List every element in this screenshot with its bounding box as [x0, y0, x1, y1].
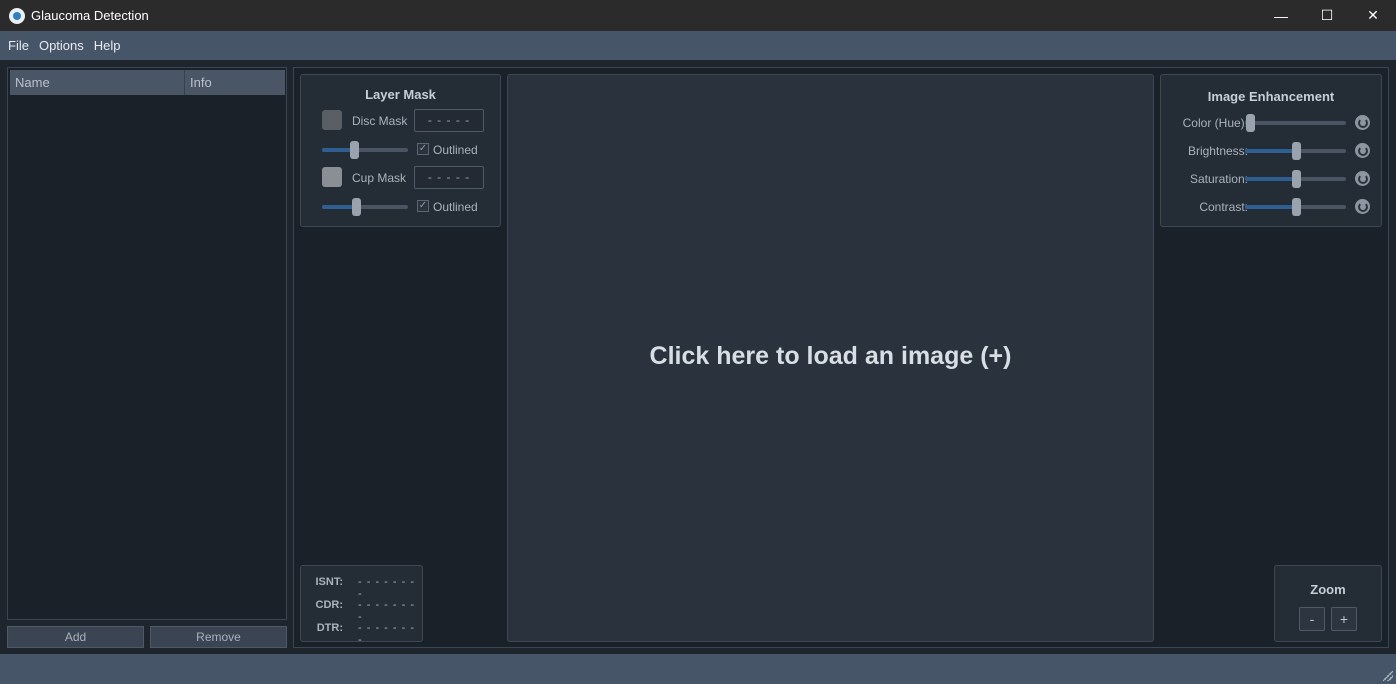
metrics-group: ISNT: - - - - - - - - CDR: - - - - - - -… — [300, 565, 423, 646]
maximize-button[interactable]: ☐ — [1304, 0, 1350, 31]
cup-mask-value-field[interactable]: - - - - - — [414, 166, 484, 189]
slider-fill — [322, 205, 357, 209]
check-icon: ✓ — [418, 200, 428, 211]
disc-mask-opacity-slider[interactable] — [322, 141, 408, 159]
column-header-info[interactable]: Info — [185, 70, 285, 95]
window-controls: — ☐ ✕ — [1258, 0, 1396, 31]
contrast-label: Contrast: — [1199, 200, 1248, 214]
disc-outlined-checkbox[interactable]: ✓ — [417, 143, 429, 155]
menu-file[interactable]: File — [3, 38, 34, 53]
slider-fill — [1245, 205, 1296, 209]
image-load-area[interactable]: Click here to load an image (+) — [507, 74, 1154, 642]
layer-mask-title: Layer Mask — [365, 87, 436, 102]
menu-bar: File Options Help — [0, 31, 1396, 60]
slider-handle[interactable] — [1291, 142, 1301, 160]
brightness-slider[interactable] — [1245, 142, 1346, 160]
saturation-label: Saturation: — [1189, 172, 1248, 186]
file-list[interactable]: Name Info — [7, 67, 287, 620]
zoom-out-button[interactable]: - — [1299, 607, 1325, 631]
menu-help[interactable]: Help — [89, 38, 126, 53]
maximize-icon: ☐ — [1320, 7, 1334, 23]
status-bar — [0, 654, 1396, 684]
isnt-label: ISNT: — [315, 576, 344, 588]
cup-outlined-checkbox[interactable]: ✓ — [417, 200, 429, 212]
dtr-label: DTR: — [316, 622, 343, 634]
minimize-icon: — — [1274, 7, 1288, 24]
eye-icon — [9, 7, 25, 24]
slider-handle[interactable] — [1246, 114, 1256, 132]
minimize-button[interactable]: — — [1258, 0, 1304, 31]
hue-label: Color (Hue): — [1182, 116, 1248, 130]
cdr-label: CDR: — [315, 599, 344, 611]
window-title: Glaucoma Detection — [31, 8, 149, 23]
resize-grip-icon[interactable] — [1383, 671, 1393, 681]
slider-handle[interactable] — [352, 198, 362, 216]
cup-outlined-label: Outlined — [433, 200, 478, 214]
zoom-group: Zoom - + — [1274, 565, 1382, 642]
brightness-reset-icon[interactable] — [1355, 143, 1370, 158]
disc-mask-color-swatch[interactable] — [322, 110, 342, 130]
layer-mask-group: Layer Mask Disc Mask - - - - - ✓ Outline… — [300, 74, 501, 227]
table-header: Name Info — [10, 70, 285, 95]
add-button[interactable]: Add — [7, 626, 144, 648]
saturation-slider[interactable] — [1245, 170, 1346, 188]
zoom-title: Zoom — [1310, 582, 1346, 597]
zoom-in-button[interactable]: + — [1331, 607, 1357, 631]
check-icon: ✓ — [418, 143, 428, 154]
slider-fill — [1245, 177, 1296, 181]
load-image-prompt: Click here to load an image (+) — [649, 342, 1012, 370]
slider-handle[interactable] — [1291, 170, 1301, 188]
cdr-value: - - - - - - - - — [358, 599, 415, 623]
hue-slider[interactable] — [1245, 114, 1346, 132]
menu-options[interactable]: Options — [34, 38, 89, 53]
dtr-value: - - - - - - - - — [358, 622, 415, 646]
saturation-reset-icon[interactable] — [1355, 171, 1370, 186]
disc-mask-value-field[interactable]: - - - - - — [414, 109, 484, 132]
column-header-name[interactable]: Name — [10, 70, 185, 95]
disc-outlined-label: Outlined — [433, 143, 478, 157]
cup-mask-label: Cup Mask — [352, 171, 407, 185]
hue-reset-icon[interactable] — [1355, 115, 1370, 130]
title-bar: Glaucoma Detection — ☐ ✕ — [0, 0, 1396, 31]
brightness-label: Brightness: — [1187, 144, 1248, 158]
contrast-slider[interactable] — [1245, 198, 1346, 216]
contrast-reset-icon[interactable] — [1355, 199, 1370, 214]
cup-mask-color-swatch[interactable] — [322, 167, 342, 187]
slider-handle[interactable] — [1291, 198, 1301, 216]
disc-mask-label: Disc Mask — [352, 114, 408, 128]
slider-handle[interactable] — [349, 141, 359, 159]
slider-fill — [1245, 149, 1296, 153]
remove-button[interactable]: Remove — [150, 626, 287, 648]
cup-mask-opacity-slider[interactable] — [322, 198, 408, 216]
image-enhancement-group: Image Enhancement Color (Hue): Brightnes… — [1160, 74, 1382, 227]
image-enhancement-title: Image Enhancement — [1207, 89, 1335, 104]
close-icon: ✕ — [1367, 7, 1379, 23]
isnt-value: - - - - - - - - — [358, 576, 415, 600]
close-button[interactable]: ✕ — [1350, 0, 1396, 31]
